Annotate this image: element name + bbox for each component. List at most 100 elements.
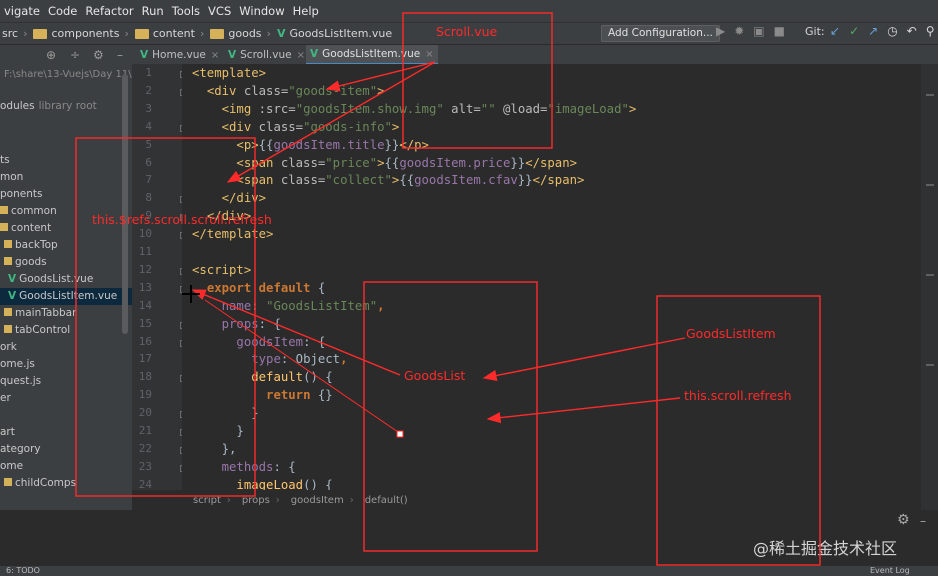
code-line: <template> <box>192 66 266 80</box>
event-log-tab[interactable]: Event Log <box>870 566 910 576</box>
external-libraries[interactable]: odules library root <box>0 100 97 112</box>
tree-item[interactable]: quest.js <box>0 373 132 390</box>
menu-item-help[interactable]: Help <box>289 4 323 18</box>
code-token: <p> <box>236 137 259 152</box>
code-crumb-script[interactable]: script <box>193 495 221 506</box>
tab-goodslistitem-vue[interactable]: V GoodsListItem.vue × <box>306 45 438 65</box>
collapse-icon[interactable]: ÷ <box>70 48 80 62</box>
code-line: </div> <box>192 209 251 223</box>
code-line: } <box>192 406 258 420</box>
code-token: <span <box>236 173 281 188</box>
close-icon[interactable]: × <box>297 50 305 61</box>
code-token: </span> <box>525 155 578 170</box>
menu-item-window[interactable]: Window <box>235 4 288 18</box>
tab-scroll-vue[interactable]: V Scroll.vue × <box>224 45 309 65</box>
menu-item-vcs[interactable]: VCS <box>204 4 235 18</box>
tree-item[interactable]: art <box>0 424 132 441</box>
tree-item[interactable]: ategory <box>0 441 132 458</box>
code-token: { <box>317 280 326 295</box>
code-token: }, <box>221 441 237 456</box>
tree-item[interactable]: goods <box>0 254 132 271</box>
menu-item-code[interactable]: Code <box>44 4 81 18</box>
tree-item-label: ome.js <box>0 358 35 370</box>
add-configuration-button[interactable]: Add Configuration... <box>601 25 720 42</box>
tree-item[interactable]: ponents <box>0 186 132 203</box>
code-crumb-default[interactable]: default() <box>365 495 408 506</box>
tree-item[interactable]: tabControl <box>0 322 132 339</box>
chevron-right-icon: › <box>226 494 231 506</box>
sidebar-scrollbar[interactable] <box>122 74 128 334</box>
tree-item[interactable]: ome <box>0 458 132 475</box>
commit-icon[interactable]: ✓ <box>849 24 859 38</box>
menu-item-navigate[interactable]: vigate <box>0 4 44 18</box>
tree-item[interactable]: V GoodsListItem.vue <box>0 288 132 305</box>
tree-item[interactable]: V GoodsList.vue <box>0 271 132 288</box>
code-token: </span> <box>532 173 585 188</box>
code-token: {{ <box>258 137 274 152</box>
tree-item[interactable]: content <box>0 220 132 237</box>
run-icon[interactable]: ▶ <box>716 24 725 38</box>
tab-label: GoodsListItem.vue <box>322 48 421 60</box>
code-token: {{ <box>384 155 400 170</box>
breadcrumb-goods[interactable]: goods <box>228 27 261 40</box>
editor-scrollbar[interactable] <box>921 64 938 510</box>
update-project-icon[interactable]: ↙ <box>830 24 840 38</box>
menu-item-refactor[interactable]: Refactor <box>81 4 137 18</box>
tree-item[interactable]: mon <box>0 169 132 186</box>
breadcrumb: src › components › content › goods › V GoodsL… <box>0 27 392 40</box>
tree-item[interactable]: ome.js <box>0 356 132 373</box>
todo-tab[interactable]: 6: TODO <box>6 566 40 576</box>
target-icon[interactable]: ⊕ <box>46 48 56 62</box>
menu-item-run[interactable]: Run <box>138 4 168 18</box>
tree-item-label: ork <box>0 341 17 353</box>
tree-item[interactable]: ork <box>0 339 132 356</box>
debug-icon[interactable]: ✹ <box>734 24 744 38</box>
scroll-marker <box>926 364 934 366</box>
hide-icon[interactable]: – <box>117 48 123 62</box>
code-token: goodsItem.price <box>399 155 511 170</box>
vue-file-icon: V <box>228 49 237 61</box>
code-token: methods <box>221 459 274 474</box>
hide-panel-icon[interactable]: – <box>920 514 926 528</box>
push-icon[interactable]: ↗ <box>868 24 878 38</box>
coverage-icon[interactable]: ▣ <box>753 24 764 38</box>
code-line: <script> <box>192 263 251 277</box>
search-icon[interactable]: ⚲ <box>926 24 935 38</box>
line-number: 14 <box>138 298 152 312</box>
navigation-bar: src › components › content › goods › V GoodsL… <box>0 22 938 44</box>
tab-label: Home.vue <box>152 49 206 61</box>
code-line: default() { <box>192 370 333 385</box>
tree-item[interactable]: mainTabbar <box>0 305 132 322</box>
rollback-icon[interactable]: ↶ <box>907 24 917 38</box>
tree-item[interactable]: er <box>0 390 132 407</box>
history-icon[interactable]: ◷ <box>887 24 897 38</box>
code-crumb-goodsitem[interactable]: goodsItem <box>291 495 344 506</box>
gear-icon[interactable]: ⚙ <box>93 48 104 62</box>
tab-home-vue[interactable]: V Home.vue × <box>136 45 223 65</box>
code-token: > <box>377 83 385 98</box>
folder-icon <box>0 223 8 231</box>
close-icon[interactable]: × <box>211 50 219 61</box>
code-token: () { <box>303 370 333 385</box>
tree-item[interactable]: common <box>0 203 132 220</box>
tree-item[interactable]: ts <box>0 152 132 169</box>
code-token: </div> <box>206 209 252 224</box>
code-editor[interactable]: <template> <div class="goods-item"> <img… <box>182 64 920 492</box>
stop-icon[interactable]: ■ <box>774 24 785 38</box>
gear-icon[interactable]: ⚙ <box>897 512 910 528</box>
tree-item[interactable]: childComps <box>0 475 132 492</box>
breadcrumb-content[interactable]: content <box>153 27 195 40</box>
tree-item[interactable] <box>0 407 132 424</box>
breadcrumb-file[interactable]: GoodsListItem.vue <box>289 27 392 40</box>
tree-item-label: common <box>11 205 57 217</box>
code-crumb-props[interactable]: props <box>242 495 270 506</box>
breadcrumb-src[interactable]: src <box>2 27 18 40</box>
breadcrumb-components[interactable]: components <box>51 27 119 40</box>
code-line: export default { <box>192 281 325 295</box>
close-icon[interactable]: × <box>425 49 433 60</box>
tree-item[interactable]: backTop <box>0 237 132 254</box>
menu-item-tools[interactable]: Tools <box>168 4 204 18</box>
